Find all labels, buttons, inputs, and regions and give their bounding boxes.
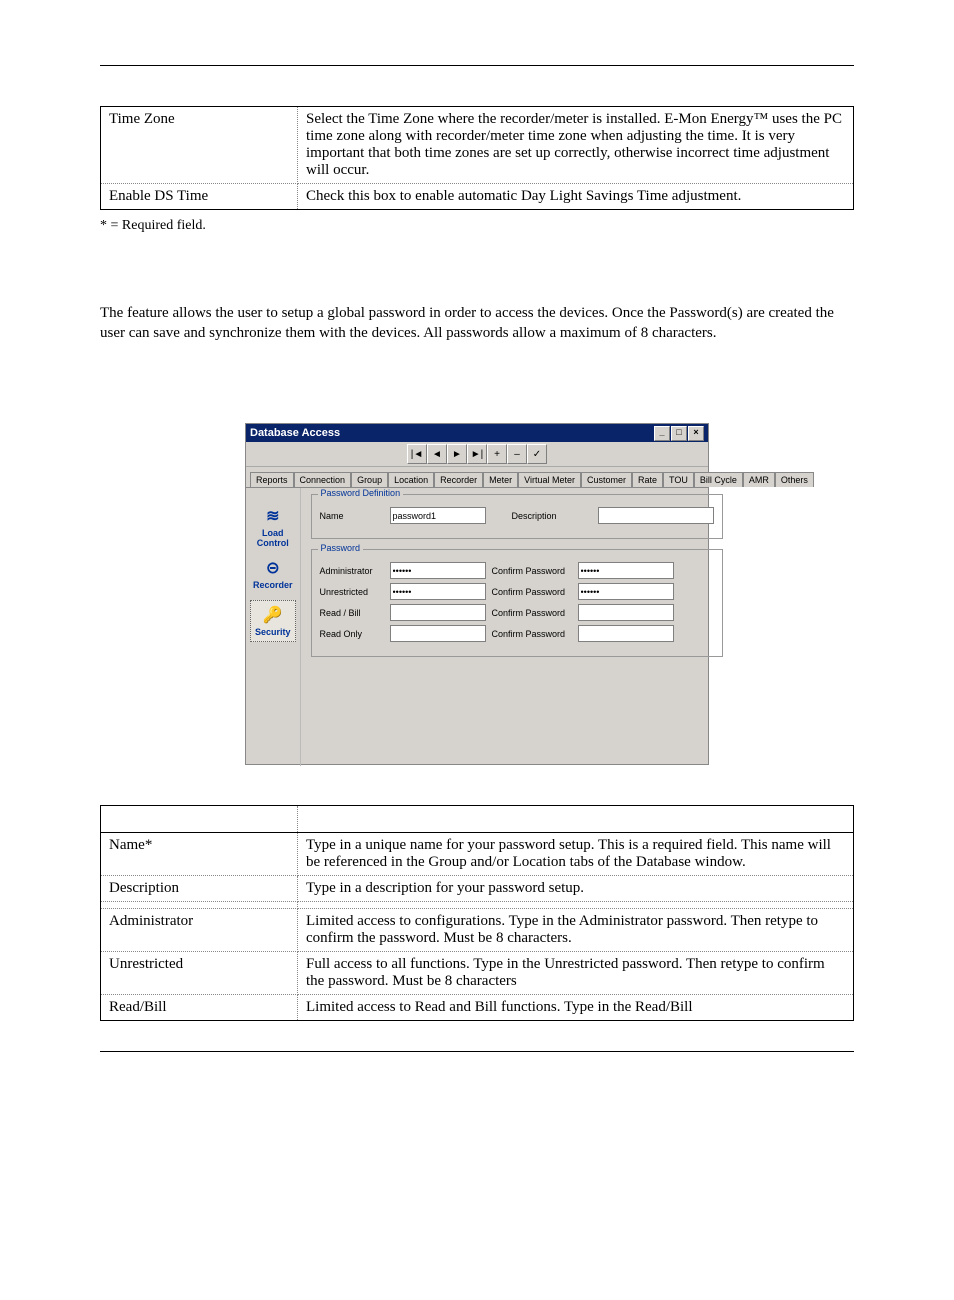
close-button[interactable]: × — [688, 426, 704, 441]
tab-bill-cycle[interactable]: Bill Cycle — [694, 472, 743, 487]
readbill-confirm-input[interactable] — [578, 604, 674, 621]
unrestricted-password-input[interactable] — [390, 583, 486, 600]
password-definition-group: Password Definition Name Description — [311, 494, 723, 539]
sidebar-item-security[interactable]: 🔑 Security — [250, 600, 296, 642]
group-title-definition: Password Definition — [318, 488, 404, 498]
cell-rb-label: Read/Bill — [101, 995, 298, 1021]
readbill-confirm-label: Confirm Password — [492, 608, 572, 618]
sidebar-label-recorder: Recorder — [253, 580, 293, 590]
readbill-label: Read / Bill — [320, 608, 384, 618]
readonly-label: Read Only — [320, 629, 384, 639]
settings-table-top: Time Zone Select the Time Zone where the… — [100, 106, 854, 210]
prev-record-button[interactable]: ◄ — [427, 444, 447, 464]
add-record-button[interactable]: + — [487, 444, 507, 464]
tab-others[interactable]: Others — [775, 472, 814, 487]
next-record-button[interactable]: ► — [447, 444, 467, 464]
unrestricted-label: Unrestricted — [320, 587, 384, 597]
readonly-password-input[interactable] — [390, 625, 486, 642]
readbill-password-input[interactable] — [390, 604, 486, 621]
description-input[interactable] — [598, 507, 714, 524]
tab-meter[interactable]: Meter — [483, 472, 518, 487]
load-control-icon: ≋ — [250, 506, 296, 526]
tab-customer[interactable]: Customer — [581, 472, 632, 487]
database-access-window: Database Access _ □ × |◄ ◄ ► ►| + – ✓ Re… — [245, 423, 709, 765]
admin-confirm-input[interactable] — [578, 562, 674, 579]
tab-rate[interactable]: Rate — [632, 472, 663, 487]
readonly-confirm-input[interactable] — [578, 625, 674, 642]
commit-record-button[interactable]: ✓ — [527, 444, 547, 464]
cell-desc-desc: Type in a description for your password … — [298, 876, 854, 902]
tab-reports[interactable]: Reports — [250, 472, 294, 487]
sidebar-item-recorder[interactable]: ⊝ Recorder — [250, 558, 296, 590]
record-nav-toolbar: |◄ ◄ ► ►| + – ✓ — [246, 442, 708, 467]
tab-connection[interactable]: Connection — [294, 472, 352, 487]
sidebar-label-load-control: Load Control — [257, 528, 289, 548]
cell-unr-label: Unrestricted — [101, 952, 298, 995]
unrestricted-confirm-input[interactable] — [578, 583, 674, 600]
password-group: Password Administrator Confirm Password … — [311, 549, 723, 657]
security-key-icon: 🔑 — [255, 605, 291, 625]
cell-admin-label: Administrator — [101, 909, 298, 952]
security-paragraph: The feature allows the user to setup a g… — [100, 304, 854, 343]
cell-name-label: Name* — [101, 833, 298, 876]
admin-label: Administrator — [320, 566, 384, 576]
sidebar-item-load-control[interactable]: ≋ Load Control — [250, 506, 296, 548]
name-input[interactable] — [390, 507, 486, 524]
minimize-button[interactable]: _ — [654, 426, 670, 441]
cell-unr-desc: Full access to all functions. Type in th… — [298, 952, 854, 995]
description-label: Description — [512, 511, 592, 521]
unrestricted-confirm-label: Confirm Password — [492, 587, 572, 597]
field-description-table: Name* Type in a unique name for your pas… — [100, 805, 854, 1021]
window-title: Database Access — [250, 424, 340, 442]
cell-admin-desc: Limited access to configurations. Type i… — [298, 909, 854, 952]
cell-timezone-desc: Select the Time Zone where the recorder/… — [298, 107, 854, 184]
tab-group[interactable]: Group — [351, 472, 388, 487]
last-record-button[interactable]: ►| — [467, 444, 487, 464]
tab-tou[interactable]: TOU — [663, 472, 694, 487]
cell-ds-desc: Check this box to enable automatic Day L… — [298, 184, 854, 210]
admin-password-input[interactable] — [390, 562, 486, 579]
cell-desc-label: Description — [101, 876, 298, 902]
tab-location[interactable]: Location — [388, 472, 434, 487]
recorder-icon: ⊝ — [250, 558, 296, 578]
window-titlebar: Database Access _ □ × — [246, 424, 708, 442]
cell-rb-desc: Limited access to Read and Bill function… — [298, 995, 854, 1021]
required-note: * = Required field. — [100, 218, 854, 234]
delete-record-button[interactable]: – — [507, 444, 527, 464]
cell-name-desc: Type in a unique name for your password … — [298, 833, 854, 876]
tab-recorder[interactable]: Recorder — [434, 472, 483, 487]
group-title-password: Password — [318, 543, 364, 553]
cell-timezone-label: Time Zone — [101, 107, 298, 184]
sidebar-label-security: Security — [255, 627, 291, 637]
cell-ds-label: Enable DS Time — [101, 184, 298, 210]
name-label: Name — [320, 511, 384, 521]
first-record-button[interactable]: |◄ — [407, 444, 427, 464]
tab-virtual-meter[interactable]: Virtual Meter — [518, 472, 581, 487]
category-sidebar: ≋ Load Control ⊝ Recorder 🔑 Security — [246, 488, 301, 766]
maximize-button[interactable]: □ — [671, 426, 687, 441]
admin-confirm-label: Confirm Password — [492, 566, 572, 576]
readonly-confirm-label: Confirm Password — [492, 629, 572, 639]
tab-bar: Reports Connection Group Location Record… — [246, 467, 708, 488]
tab-amr[interactable]: AMR — [743, 472, 775, 487]
